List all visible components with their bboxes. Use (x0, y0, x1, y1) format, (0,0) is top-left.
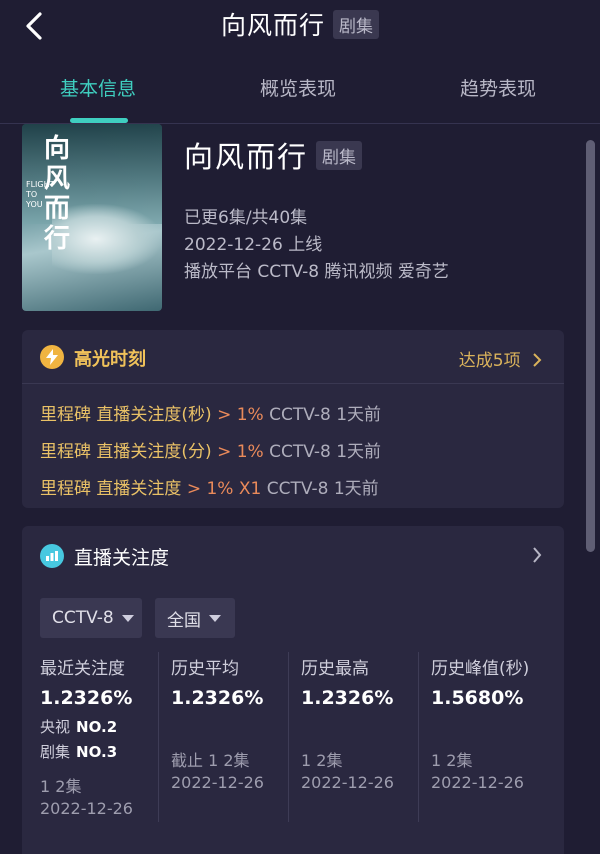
stat-label: 历史平均 (171, 659, 239, 679)
platforms: 播放平台 CCTV-8 腾讯视频 爱奇艺 (184, 262, 449, 282)
highlights-card: 高光时刻 达成5项 里程碑 直播关注度(秒) > 1% CCTV-8 1天前 里… (22, 330, 564, 508)
page-title-tag: 剧集 (333, 9, 379, 39)
stat-peak: 历史峰值(秒) 1.5680% 1 2集 2022-12-26 (418, 652, 558, 822)
release-date: 2022-12-26 上线 (184, 235, 323, 255)
stat-highest: 历史最高 1.2326% 1 2集 2022-12-26 (288, 652, 418, 822)
stat-value: 1.5680% (431, 687, 524, 709)
lightning-icon (40, 345, 64, 369)
scrollbar[interactable] (586, 140, 595, 552)
highlights-title: 高光时刻 (74, 349, 146, 370)
tab-bar: 基本信息 概览表现 趋势表现 (0, 58, 600, 124)
episode-progress: 已更6集/共40集 (184, 208, 308, 228)
highlight-row[interactable]: 里程碑 直播关注度 > 1% X1 CCTV-8 1天前 (40, 474, 379, 499)
region-select[interactable]: 全国 (155, 598, 235, 638)
stat-value: 1.2326% (171, 687, 264, 709)
stat-episode: 1 2集 (431, 751, 473, 770)
stat-date: 2022-12-26 (40, 799, 133, 818)
stat-episode: 1 2集 (301, 751, 343, 770)
stat-date: 2022-12-26 (301, 773, 394, 792)
stat-date: 2022-12-26 (171, 773, 264, 792)
caret-down-icon (121, 614, 134, 622)
stat-episode: 1 2集 (40, 777, 82, 796)
channel-select[interactable]: CCTV-8 (40, 598, 142, 638)
show-poster[interactable]: 向风而行 FLIGHT TO YOU (22, 124, 162, 311)
tab-basic-info[interactable]: 基本信息 (60, 74, 136, 101)
page-title: 向风而行 (220, 11, 325, 40)
tab-trend[interactable]: 趋势表现 (460, 74, 536, 101)
stat-value: 1.2326% (40, 687, 133, 709)
stat-episode: 截止 1 2集 (171, 751, 250, 770)
stat-label: 最近关注度 (40, 659, 125, 679)
active-tab-indicator (70, 118, 128, 123)
stat-value: 1.2326% (301, 687, 394, 709)
chevron-right-icon[interactable] (532, 546, 542, 564)
show-name: 向风而行 (184, 140, 309, 174)
highlight-row[interactable]: 里程碑 直播关注度(分) > 1% CCTV-8 1天前 (40, 437, 381, 462)
highlights-count[interactable]: 达成5项 (459, 346, 542, 371)
stat-average: 历史平均 1.2326% 截止 1 2集 2022-12-26 (158, 652, 288, 822)
tab-overview[interactable]: 概览表现 (260, 74, 336, 101)
highlights-header[interactable]: 高光时刻 达成5项 (22, 330, 564, 384)
stat-recent: 最近关注度 1.2326% 央视 NO.2 剧集 NO.3 1 2集 2022-12… (40, 652, 158, 822)
chart-icon (40, 544, 64, 568)
live-attention-title: 直播关注度 (74, 547, 170, 569)
rank-drama: 剧集 NO.3 (40, 743, 118, 761)
chevron-right-icon (533, 353, 542, 367)
stat-label: 历史最高 (301, 659, 369, 679)
stat-label: 历史峰值(秒) (431, 659, 530, 679)
live-attention-card: 直播关注度 CCTV-8 全国 最近关注度 1.2326% 央视 NO.2 剧集 N… (22, 526, 564, 854)
highlight-row[interactable]: 里程碑 直播关注度(秒) > 1% CCTV-8 1天前 (40, 400, 381, 425)
show-type-tag: 剧集 (316, 140, 363, 170)
header: 向风而行 剧集 (0, 0, 600, 52)
rank-cctv: 央视 NO.2 (40, 718, 118, 736)
poster-english-title: FLIGHT TO YOU (26, 180, 55, 209)
caret-down-icon (209, 614, 221, 622)
show-title-row: 向风而行 剧集 (184, 134, 363, 176)
stat-date: 2022-12-26 (431, 773, 524, 792)
